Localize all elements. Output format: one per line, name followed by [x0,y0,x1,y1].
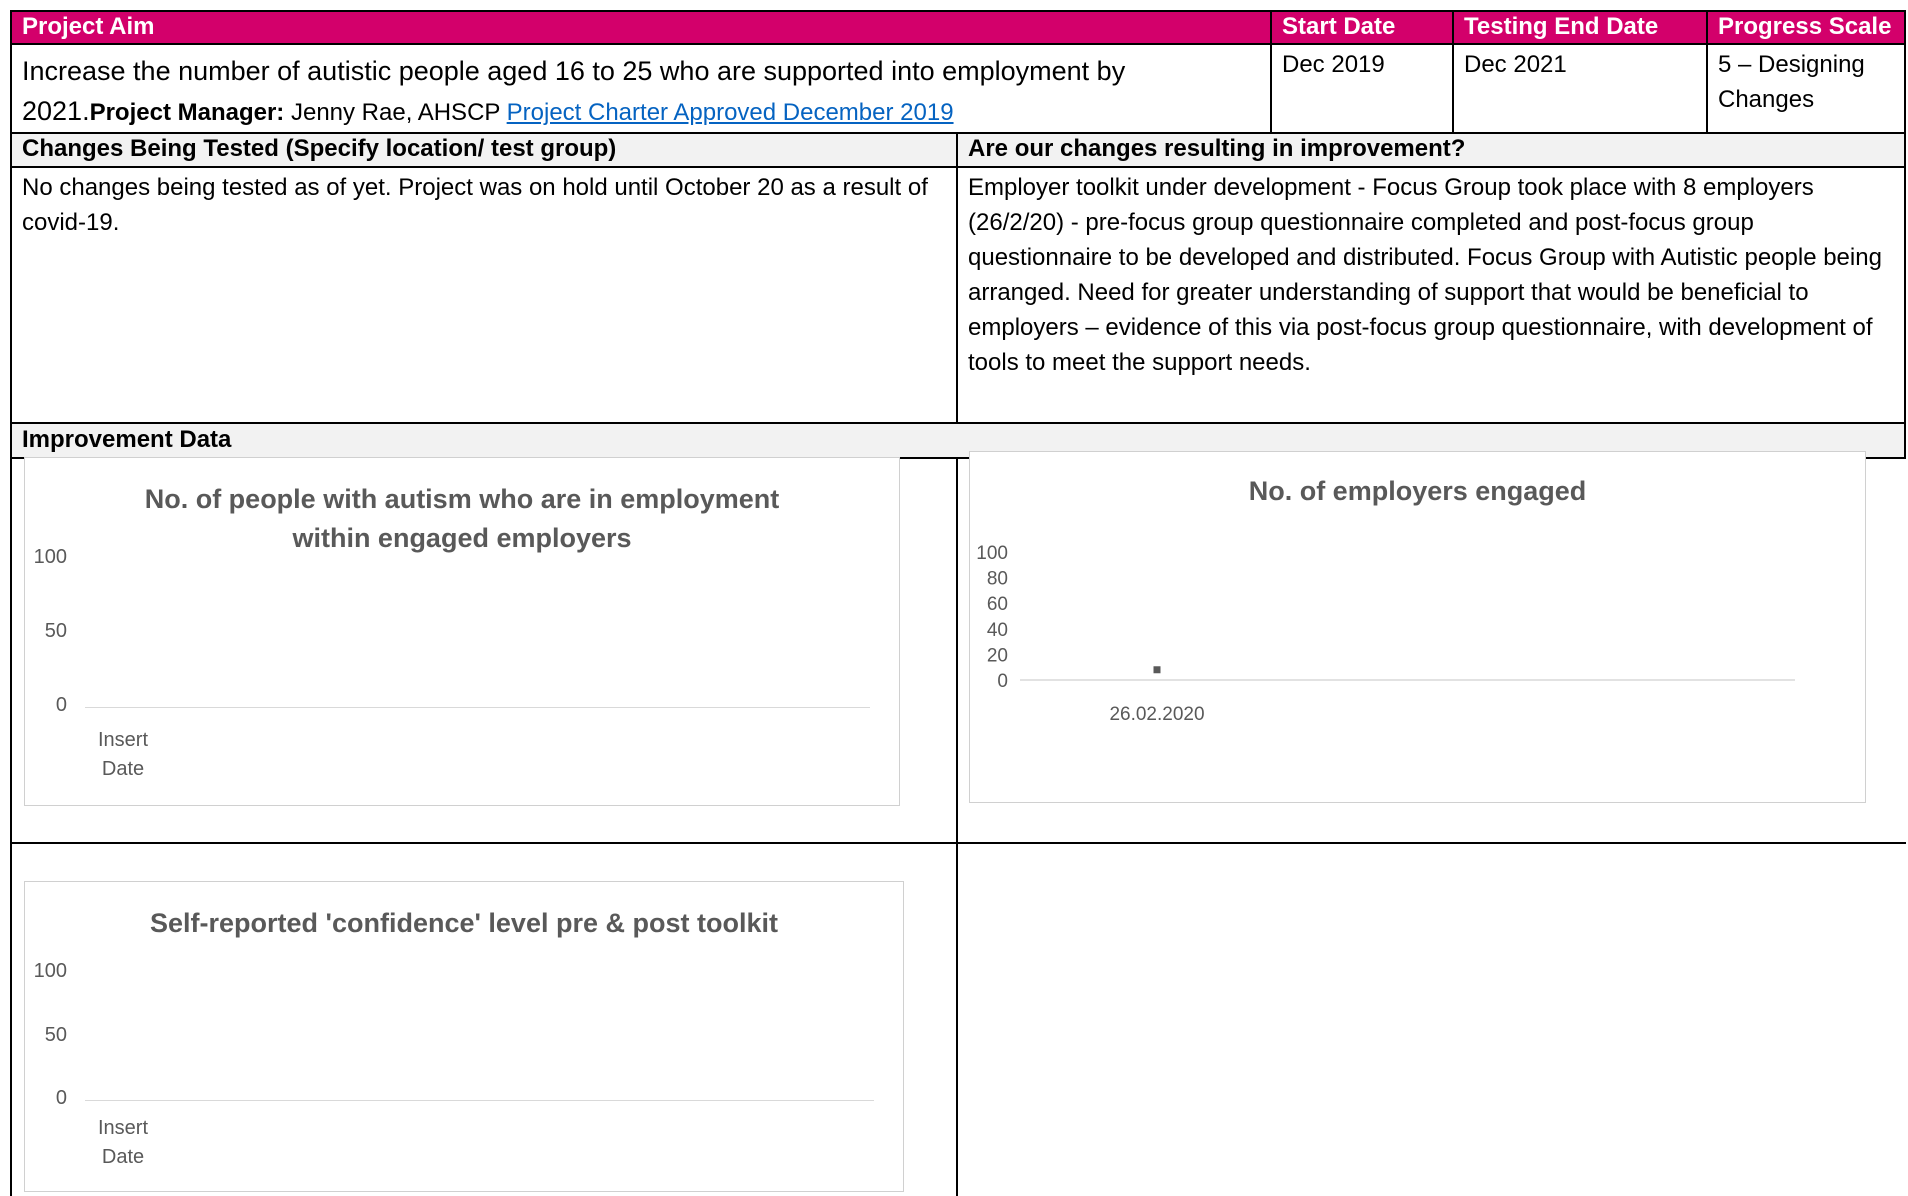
chart2-ytick: 80 [987,569,1008,590]
chart2-ytick: 100 [976,543,1008,564]
chart3-ytick-0: 0 [55,1087,67,1109]
testing-end-date-header: Testing End Date [1452,10,1706,43]
improvement-text: Employer toolkit under development - Foc… [968,174,1882,376]
chart1-ytick-0: 0 [55,694,67,716]
changes-tested-text: No changes being tested as of yet. Proje… [22,174,928,236]
project-aim-cell: Increase the number of autistic people a… [10,43,1270,132]
project-aim-header: Project Aim [10,10,1270,43]
progress-scale-line2: Changes [1718,86,1815,113]
project-manager-value: Jenny Rae, AHSCP [284,99,507,126]
chart3-x-label-line2: Date [101,1146,145,1168]
chart1-x-label-line2: Date [101,758,145,780]
project-report-table: Project Aim Start Date Testing End Date … [10,10,1906,1196]
start-date-header: Start Date [1270,10,1452,43]
chart1-title: No. of people with autism who are in emp… [25,480,899,558]
chart2-data-point [1153,666,1161,674]
progress-scale-line1: 5 – Designing [1718,51,1865,78]
chart1-title-line1: No. of people with autism who are in emp… [144,484,780,514]
chart1-ytick-50: 50 [44,620,67,642]
chart2-ytick: 40 [987,620,1008,641]
chart2-ytick: 0 [997,671,1008,692]
chart-confidence-level: Self-reported 'confidence' level pre & p… [24,881,904,1192]
project-manager-label: Project Manager: [89,99,285,126]
improvement-question-header: Are our changes resulting in improvement… [956,132,1906,166]
changes-tested-header: Changes Being Tested (Specify location/ … [10,132,956,166]
chart1-x-label: Insert Date [81,726,165,784]
chart2-x-label: 26.02.2020 [1109,704,1204,725]
chart3-ytick-100: 100 [33,960,67,982]
chart3-x-label: Insert Date [81,1114,165,1172]
start-date-value: Dec 2019 [1282,51,1385,78]
chart3-ytick-50: 50 [44,1024,67,1046]
chart2-ytick: 20 [987,645,1008,666]
chart1-x-axis [85,707,870,708]
end-date-value: Dec 2021 [1464,51,1567,78]
project-charter-link[interactable]: Project Charter Approved December 2019 [507,99,954,126]
chart1-x-label-line1: Insert [97,729,149,751]
chart3-x-axis [85,1100,874,1101]
chart-people-in-employment: No. of people with autism who are in emp… [24,457,900,806]
chart3-x-label-line1: Insert [97,1117,149,1139]
chart3-title: Self-reported 'confidence' level pre & p… [150,908,778,938]
chart2-ytick: 60 [987,594,1008,615]
progress-scale-value: 5 – Designing Changes [1706,43,1906,132]
chart1-ytick-100: 100 [33,546,67,568]
chart1-title-line2: within engaged employers [292,523,632,553]
chart-employers-engaged: No. of employers engaged 100 80 60 40 20 0 26.… [969,451,1866,803]
progress-scale-header: Progress Scale [1706,10,1906,43]
chart2-plot: 100 80 60 40 20 0 26.02.2020 [976,543,1795,725]
